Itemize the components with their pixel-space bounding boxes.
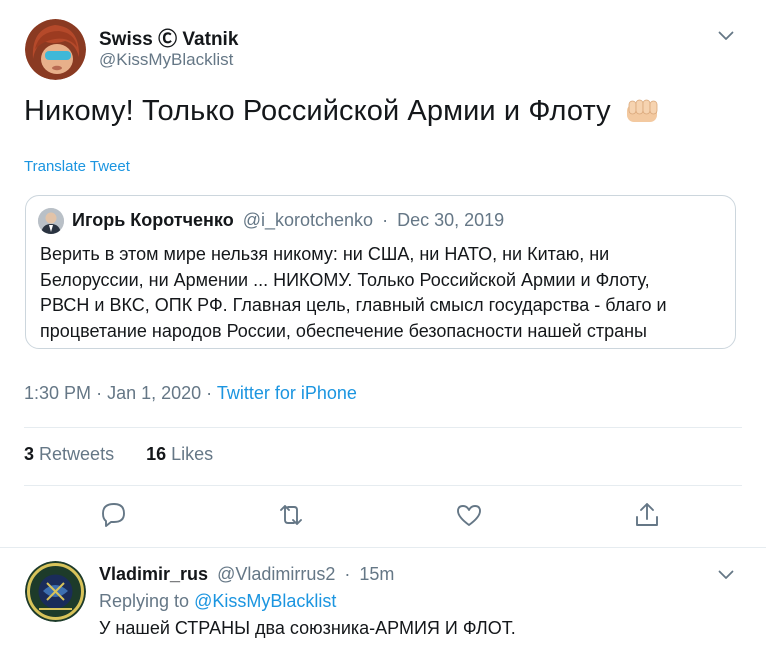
tweet-text: Никому! Только Российской Армии и Флоту — [24, 95, 661, 128]
separator-dot: · — [96, 383, 108, 403]
reply-tweet[interactable]: Vladimir_rus @Vladimirrus2 · 15m Replyin… — [0, 549, 766, 654]
share-icon[interactable] — [632, 500, 662, 530]
quoted-tweet[interactable]: Игорь Коротченко @i_korotchenko · Dec 30… — [25, 195, 736, 349]
retweets-label: Retweets — [39, 444, 115, 464]
tweet-time[interactable]: 1:30 PM — [24, 383, 91, 403]
quoted-author-avatar — [38, 208, 64, 234]
quoted-author-name: Игорь Коротченко — [72, 210, 234, 230]
chevron-down-icon[interactable] — [718, 570, 734, 580]
quoted-text-line: процветание народов России, обеспечение … — [40, 320, 647, 341]
quoted-text-line: Белоруссии, ни Армении ... НИКОМУ. Тольк… — [40, 269, 650, 290]
main-tweet: Swiss Ⓒ Vatnik @KissMyBlacklist Никому! … — [0, 0, 766, 548]
tweet-text-content: Никому! Только Российской Армии и Флоту — [24, 95, 611, 127]
quoted-tweet-date: Dec 30, 2019 — [397, 210, 505, 230]
reply-header: Vladimir_rus @Vladimirrus2 · 15m — [99, 564, 394, 585]
retweets-count: 3 — [24, 444, 35, 464]
replying-to-mention[interactable]: @KissMyBlacklist — [194, 591, 336, 611]
tweet-actions — [0, 500, 766, 536]
quoted-tweet-header: Игорь Коротченко @i_korotchenko · Dec 30… — [72, 210, 504, 231]
tweet-stats: 3 Retweets 16 Likes — [24, 444, 213, 465]
quoted-author-handle: @i_korotchenko — [242, 210, 374, 230]
retweets-stat[interactable]: 3 Retweets — [24, 444, 114, 464]
replying-to: Replying to @KissMyBlacklist — [99, 591, 336, 612]
retweet-icon[interactable] — [276, 500, 306, 530]
reply-author-handle[interactable]: @Vladimirrus2 — [217, 564, 335, 584]
author-name[interactable]: Swiss Ⓒ Vatnik — [99, 24, 238, 51]
reply-author-name[interactable]: Vladimir_rus — [99, 564, 208, 584]
translate-tweet-link[interactable]: Translate Tweet — [24, 158, 130, 175]
heart-icon[interactable] — [454, 500, 484, 530]
separator-dot: · — [206, 383, 217, 403]
quoted-text-line: РВСН и ВКС, ОПК РФ. Главная цель, главны… — [40, 295, 667, 315]
likes-label: Likes — [171, 444, 214, 464]
replying-to-label: Replying to — [99, 591, 190, 611]
tweet-date[interactable]: Jan 1, 2020 — [107, 383, 201, 403]
divider — [24, 427, 742, 428]
author-avatar[interactable] — [25, 19, 86, 80]
fist-emoji-icon — [626, 99, 658, 122]
quoted-tweet-text: Верить в этом мире нельзя никому: ни США… — [40, 242, 730, 344]
quoted-text-line: Верить в этом мире нельзя никому: ни США… — [40, 244, 610, 264]
separator-dot: · — [382, 210, 389, 230]
chevron-down-icon[interactable] — [718, 31, 734, 41]
likes-stat[interactable]: 16 Likes — [146, 444, 213, 464]
reply-text: У нашей СТРАНЫ два союзника-АРМИЯ И ФЛОТ… — [99, 618, 516, 638]
reply-icon[interactable] — [99, 500, 129, 530]
author-handle[interactable]: @KissMyBlacklist — [99, 50, 233, 70]
reply-author-avatar[interactable] — [25, 561, 86, 622]
separator-dot: · — [344, 564, 351, 584]
reply-time[interactable]: 15m — [359, 564, 394, 584]
tweet-source-link[interactable]: Twitter for iPhone — [217, 383, 357, 403]
divider — [24, 485, 742, 486]
likes-count: 16 — [146, 444, 167, 464]
tweet-metadata: 1:30 PM · Jan 1, 2020 · Twitter for iPho… — [24, 383, 357, 404]
